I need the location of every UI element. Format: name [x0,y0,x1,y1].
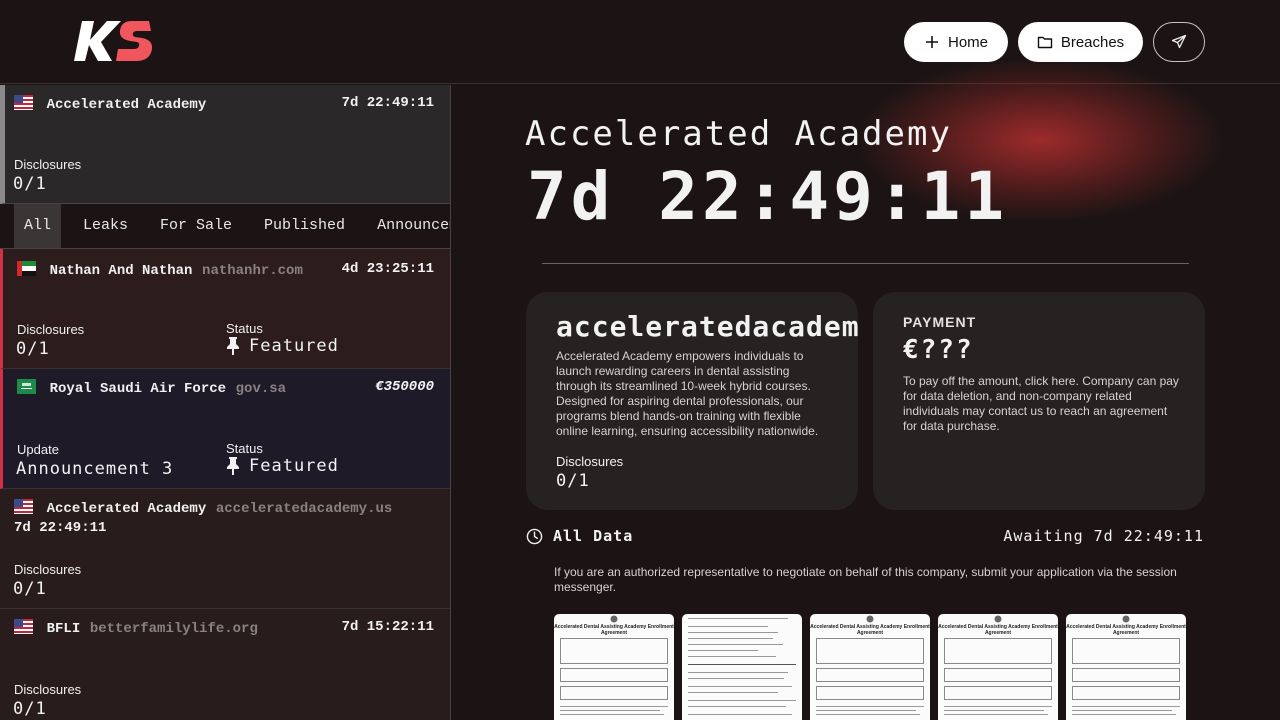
us-flag-icon [14,499,33,514]
company-disclosures-value: 0/1 [556,471,590,491]
item-left-label: Disclosures [17,322,85,337]
thumbnail-heading: Accelerated Dental Assisting Academy Enr… [810,624,930,636]
item-title: Royal Saudi Air Force [49,381,227,397]
list-item[interactable]: BFLI betterfamilylife.org 7d 15:22:11 Di… [0,609,450,720]
item-status-label: Status [226,441,263,456]
list-item[interactable]: Royal Saudi Air Force gov.sa €350000 Upd… [0,369,450,489]
item-domain: betterfamilylife.org [89,621,258,637]
item-time: 7d 15:22:11 [341,619,434,635]
payment-label: PAYMENT [903,314,977,330]
item-time: 4d 23:25:11 [341,261,434,277]
payment-description[interactable]: To pay off the amount, click here. Compa… [903,374,1183,434]
thumbnail-heading: Accelerated Dental Assisting Academy Enr… [1066,624,1186,636]
folder-icon [1037,36,1053,49]
plus-icon [925,36,938,48]
ks-logo[interactable] [74,18,154,64]
payment-amount: €??? [903,335,974,365]
item-left-value: Announcement 3 [16,459,174,479]
seal-icon [866,615,874,623]
item-left-label: Update [17,442,59,457]
payment-panel: PAYMENT €??? To pay off the amount, clic… [873,292,1205,510]
pin-icon [227,337,239,355]
tab-leaks[interactable]: Leaks [73,204,138,248]
item-title: Accelerated Academy [46,501,207,517]
company-disclosures-label: Disclosures [556,454,624,469]
negotiation-notice: If you are an authorized representative … [554,565,1177,594]
document-thumbnail[interactable] [682,614,802,720]
item-left-label: Disclosures [14,682,82,697]
list-item[interactable]: Accelerated Academy acceleratedacademy.u… [0,489,450,609]
document-thumbnail[interactable]: Accelerated Dental Assisting Academy Enr… [1066,614,1186,720]
selected-title: Accelerated Academy [46,97,207,113]
featured-status: Featured [225,336,339,356]
company-panel: acceleratedacademy Accelerated Academy e… [526,292,858,510]
selected-time: 7d 22:49:11 [341,95,434,111]
item-time: 7d 22:49:11 [14,520,107,536]
item-title: Nathan And Nathan [49,263,193,279]
selected-disclosures-value: 0/1 [13,174,47,194]
divider [542,263,1189,264]
uae-flag-icon [17,261,36,276]
featured-status: Featured [225,456,339,476]
tab-announcements[interactable]: Announcem [367,204,450,248]
clock-icon [526,528,543,545]
breach-list-panel: Accelerated Academy 7d 22:49:11 Disclosu… [0,85,451,720]
document-thumbnail[interactable]: Accelerated Dental Assisting Academy Enr… [554,614,674,720]
breaches-button[interactable]: Breaches [1018,22,1143,62]
tab-all[interactable]: All [14,204,62,248]
seal-icon [1122,615,1130,623]
tab-for-sale[interactable]: For Sale [150,204,242,248]
company-description: Accelerated Academy empowers individuals… [556,349,819,438]
tab-published[interactable]: Published [254,204,355,248]
thumbnail-heading: Accelerated Dental Assisting Academy Enr… [554,624,674,636]
countdown-timer: 7d 22:49:11 [527,158,1009,235]
item-price: €350000 [375,379,434,395]
item-left-value: 0/1 [13,579,47,599]
selected-disclosures-label: Disclosures [14,157,82,172]
filter-tabs: All Leaks For Sale Published Announcem [0,204,450,249]
thumbnail-heading: Accelerated Dental Assisting Academy Enr… [938,624,1058,636]
seal-icon [610,615,618,623]
telegram-button[interactable] [1153,22,1205,62]
item-left-value: 0/1 [16,339,50,359]
company-name: acceleratedacademy [556,310,858,343]
page-title: Accelerated Academy [525,114,952,154]
all-data-header: All Data Awaiting 7d 22:49:11 [526,526,1206,548]
document-thumbnail[interactable]: Accelerated Dental Assisting Academy Enr… [810,614,930,720]
item-left-value: 0/1 [13,699,47,719]
item-status-value: Featured [249,456,339,476]
selected-breach-card[interactable]: Accelerated Academy 7d 22:49:11 Disclosu… [0,85,450,204]
item-left-label: Disclosures [14,562,82,577]
us-flag-icon [14,95,33,110]
list-item[interactable]: Nathan And Nathan nathanhr.com 4d 23:25:… [0,249,450,369]
all-data-label: All Data [553,527,634,545]
item-domain: gov.sa [235,381,287,397]
item-status-label: Status [226,321,263,336]
saudi-flag-icon [17,379,36,394]
seal-icon [994,615,1002,623]
send-icon [1171,34,1187,49]
document-thumbnail[interactable]: Accelerated Dental Assisting Academy Enr… [938,614,1058,720]
pin-icon [227,457,239,475]
item-status-value: Featured [249,336,339,356]
home-button[interactable]: Home [904,22,1008,62]
home-label: Home [947,33,988,51]
item-title: BFLI [46,621,81,637]
item-domain: acceleratedacademy.us [215,501,393,517]
us-flag-icon [14,619,33,634]
awaiting-timer: Awaiting 7d 22:49:11 [1003,527,1204,545]
breaches-label: Breaches [1060,33,1125,51]
item-domain: nathanhr.com [202,263,303,279]
